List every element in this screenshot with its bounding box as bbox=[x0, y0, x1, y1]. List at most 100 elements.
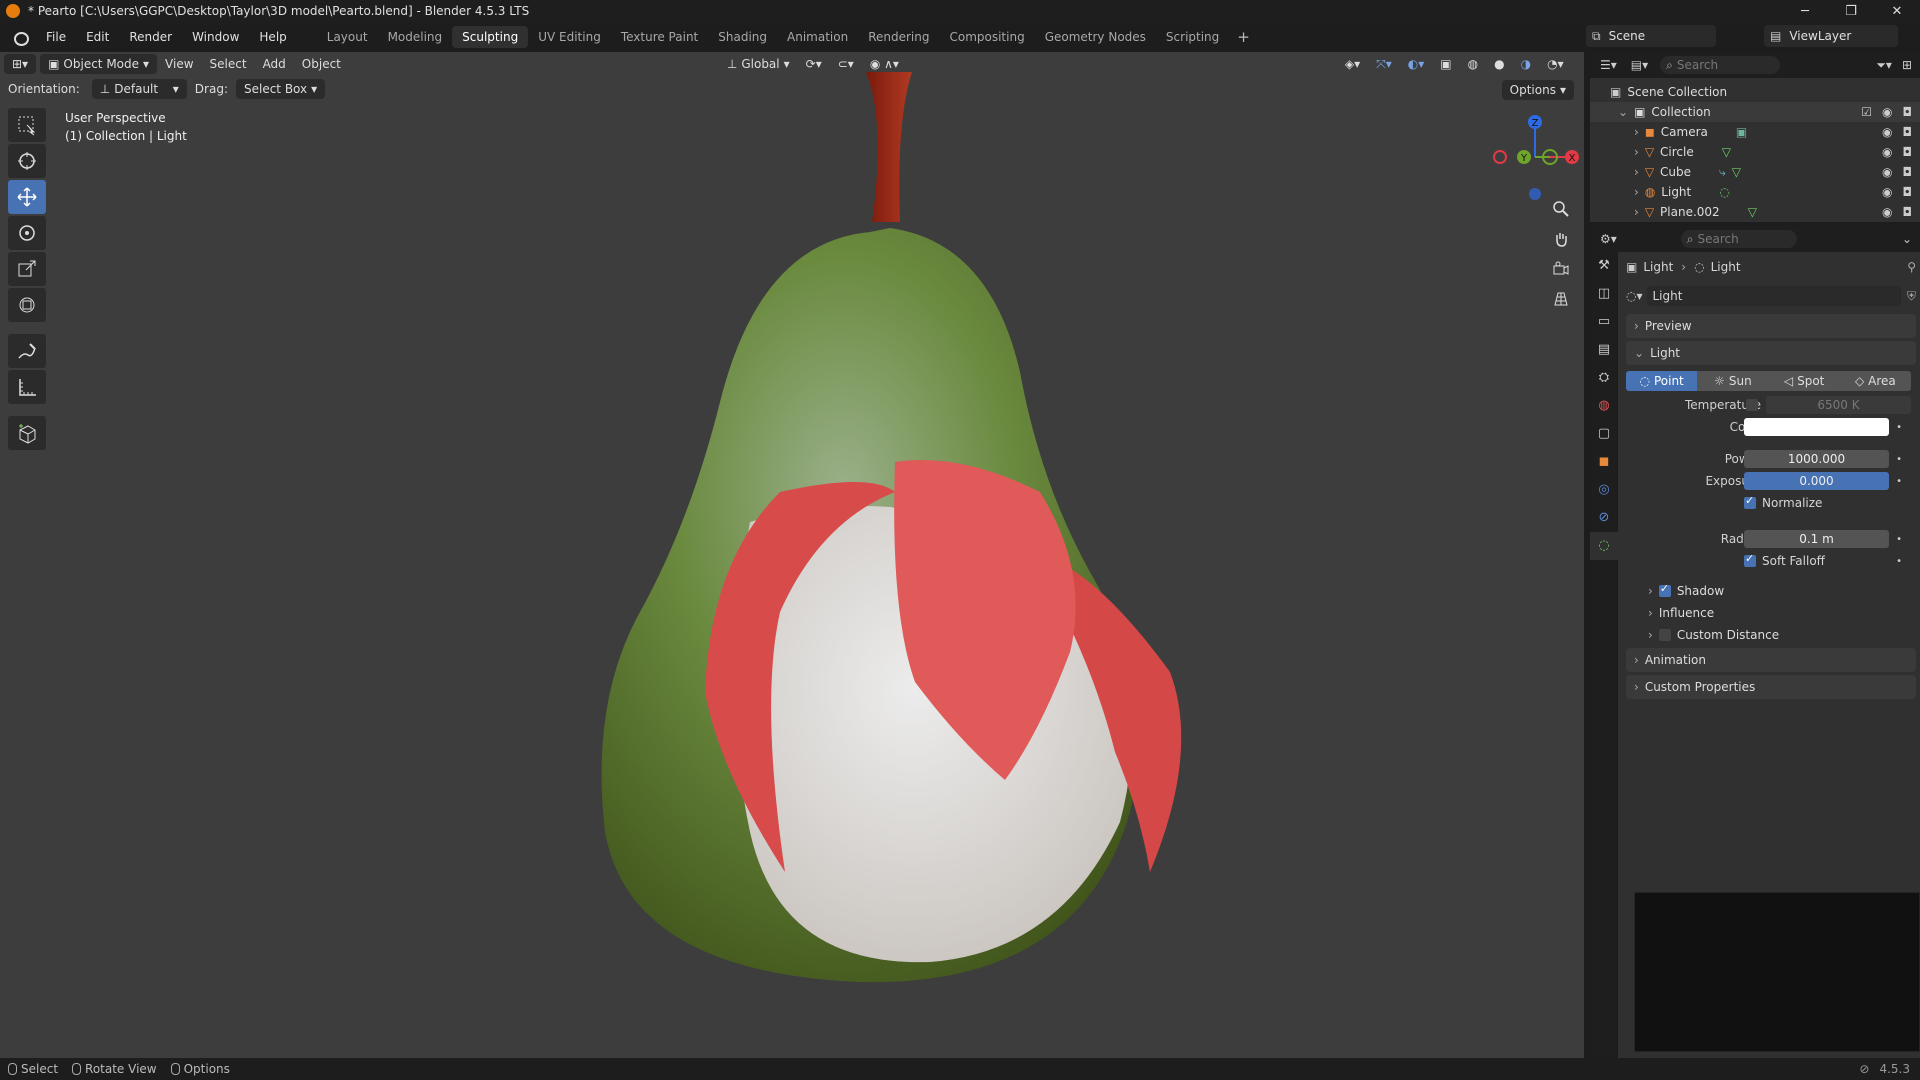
physics-tab-icon[interactable]: ◎ bbox=[1590, 476, 1618, 504]
view-layer-tab-icon[interactable]: ▤ bbox=[1590, 336, 1618, 364]
options-chevron-icon[interactable]: ⌄ bbox=[1902, 232, 1912, 246]
eye-icon[interactable]: ◉ bbox=[1882, 105, 1892, 119]
tool-tab-icon[interactable]: ⚒ bbox=[1590, 252, 1618, 280]
scene-collection-row[interactable]: ▣ Scene Collection bbox=[1590, 82, 1920, 102]
expand-icon[interactable]: › bbox=[1634, 185, 1639, 199]
outliner-item-circle[interactable]: › ▽ Circle ▽ ◉ ◘ bbox=[1590, 142, 1920, 162]
scene-selector[interactable]: ⧉ Scene bbox=[1586, 25, 1716, 47]
keyframe-dot-icon[interactable]: • bbox=[1896, 556, 1902, 567]
outliner-item-light[interactable]: › ◍ Light ◌ ◉ ◘ bbox=[1590, 182, 1920, 202]
temperature-field[interactable]: 6500 K bbox=[1766, 396, 1911, 414]
camera-render-icon[interactable]: ◘ bbox=[1903, 145, 1913, 159]
shadow-subpanel[interactable]: › Shadow bbox=[1626, 580, 1916, 602]
influence-subpanel[interactable]: › Influence bbox=[1626, 602, 1916, 624]
camera-render-icon[interactable]: ◘ bbox=[1903, 125, 1913, 139]
properties-search[interactable]: ⌕ Search bbox=[1680, 230, 1797, 248]
expand-icon[interactable]: › bbox=[1634, 205, 1639, 219]
maximize-icon[interactable]: ❐ bbox=[1828, 0, 1874, 22]
perspective-grid-icon[interactable] bbox=[1548, 286, 1574, 312]
close-icon[interactable]: ✕ bbox=[1874, 0, 1920, 22]
filter-icon[interactable]: ⏷▾ bbox=[1876, 58, 1892, 73]
tab-scripting[interactable]: Scripting bbox=[1156, 26, 1229, 48]
keyframe-dot-icon[interactable]: • bbox=[1896, 454, 1902, 465]
menu-file[interactable]: File bbox=[36, 26, 76, 48]
light-section[interactable]: ⌄ Light bbox=[1626, 341, 1916, 365]
display-mode-icon[interactable]: ▤▾ bbox=[1631, 58, 1648, 72]
outliner-item-plane[interactable]: › ▽ Plane.002 ▽ ◉ ◘ bbox=[1590, 202, 1920, 222]
constraints-tab-icon[interactable]: ⊘ bbox=[1590, 504, 1618, 532]
3d-viewport[interactable]: ⊞▾ ▣ Object Mode ▾ View Select Add Object… bbox=[0, 52, 1584, 1058]
collection-row[interactable]: ⌄ ▣ Collection ☑ ◉ ◘ bbox=[1590, 102, 1920, 122]
keyframe-dot-icon[interactable]: • bbox=[1896, 422, 1902, 433]
datablock-type-icon[interactable]: ◌▾ bbox=[1626, 289, 1643, 303]
tab-rendering[interactable]: Rendering bbox=[858, 26, 939, 48]
normalize-row[interactable]: Normalize bbox=[1626, 492, 1916, 514]
minimize-icon[interactable]: ─ bbox=[1782, 0, 1828, 22]
keyframe-dot-icon[interactable]: • bbox=[1896, 534, 1902, 545]
outliner-item-cube[interactable]: › ▽ Cube ⤷ ▽ ◉ ◘ bbox=[1590, 162, 1920, 182]
menu-edit[interactable]: Edit bbox=[76, 26, 119, 48]
camera-render-icon[interactable]: ◘ bbox=[1903, 105, 1913, 119]
select-box-tool[interactable] bbox=[8, 108, 46, 142]
light-data-tab-icon[interactable]: ◌ bbox=[1590, 532, 1618, 560]
rotate-tool[interactable] bbox=[8, 216, 46, 250]
soft-falloff-row[interactable]: Soft Falloff • bbox=[1626, 550, 1916, 572]
shadow-checkbox[interactable] bbox=[1658, 582, 1671, 597]
expand-collection-icon[interactable]: ⌄ bbox=[1618, 105, 1628, 119]
soft-falloff-checkbox[interactable] bbox=[1744, 552, 1756, 567]
eye-icon[interactable]: ◉ bbox=[1882, 185, 1892, 199]
menu-window[interactable]: Window bbox=[182, 26, 249, 48]
exposure-field[interactable]: 0.000 bbox=[1744, 472, 1889, 490]
collection-checkbox-icon[interactable]: ☑ bbox=[1861, 105, 1872, 119]
tab-texture-paint[interactable]: Texture Paint bbox=[611, 26, 708, 48]
pin-icon[interactable]: ⚲ bbox=[1907, 260, 1916, 274]
color-swatch[interactable] bbox=[1744, 418, 1889, 436]
new-collection-icon[interactable]: ⊞ bbox=[1902, 58, 1912, 72]
outliner-editor-icon[interactable]: ☰▾ bbox=[1600, 58, 1617, 72]
tab-sculpting[interactable]: Sculpting bbox=[452, 26, 529, 48]
annotate-tool[interactable] bbox=[8, 334, 46, 368]
tab-layout[interactable]: Layout bbox=[317, 26, 378, 48]
tab-uv-editing[interactable]: UV Editing bbox=[528, 26, 611, 48]
fake-user-shield-icon[interactable]: ⛨ bbox=[1907, 289, 1916, 304]
normalize-checkbox[interactable] bbox=[1744, 494, 1756, 509]
camera-render-icon[interactable]: ◘ bbox=[1903, 185, 1913, 199]
expand-icon[interactable]: › bbox=[1634, 145, 1639, 159]
camera-render-icon[interactable]: ◘ bbox=[1903, 165, 1913, 179]
expand-icon[interactable]: › bbox=[1634, 165, 1639, 179]
transform-tool[interactable] bbox=[8, 288, 46, 322]
power-field[interactable]: 1000.000 bbox=[1744, 450, 1889, 468]
scale-tool[interactable] bbox=[8, 252, 46, 286]
tab-modeling[interactable]: Modeling bbox=[378, 26, 453, 48]
tab-geometry-nodes[interactable]: Geometry Nodes bbox=[1035, 26, 1156, 48]
light-type-spot[interactable]: ◁ Spot bbox=[1768, 371, 1840, 391]
world-tab-icon[interactable]: ◍ bbox=[1590, 392, 1618, 420]
menu-render[interactable]: Render bbox=[119, 26, 182, 48]
eye-icon[interactable]: ◉ bbox=[1882, 125, 1892, 139]
move-tool[interactable] bbox=[8, 180, 46, 214]
menu-help[interactable]: Help bbox=[249, 26, 296, 48]
outliner-search[interactable]: ⌕ Search bbox=[1660, 56, 1781, 74]
eye-icon[interactable]: ◉ bbox=[1882, 145, 1892, 159]
temperature-checkbox[interactable] bbox=[1746, 399, 1758, 411]
radius-field[interactable]: 0.1 m bbox=[1744, 530, 1889, 548]
scene-tab-icon[interactable]: ⛭ bbox=[1590, 364, 1618, 392]
measure-tool[interactable] bbox=[8, 370, 46, 404]
add-cube-tool[interactable] bbox=[8, 416, 46, 450]
cursor-tool[interactable] bbox=[8, 144, 46, 178]
datablock-field[interactable]: Light bbox=[1646, 286, 1901, 306]
camera-render-icon[interactable]: ◘ bbox=[1903, 205, 1913, 219]
render-tab-icon[interactable]: ◫ bbox=[1590, 280, 1618, 308]
light-type-sun[interactable]: ☼ Sun bbox=[1697, 371, 1769, 391]
outliner-item-camera[interactable]: › ◼ Camera ▣ ◉ ◘ bbox=[1590, 122, 1920, 142]
collection-tab-icon[interactable]: ▢ bbox=[1590, 420, 1618, 448]
output-tab-icon[interactable]: ▭ bbox=[1590, 308, 1618, 336]
properties-editor-icon[interactable]: ⚙▾ bbox=[1600, 232, 1617, 246]
view-layer-selector[interactable]: ▤ ViewLayer bbox=[1764, 25, 1898, 47]
animation-section[interactable]: › Animation bbox=[1626, 648, 1916, 672]
eye-icon[interactable]: ◉ bbox=[1882, 205, 1892, 219]
tab-animation[interactable]: Animation bbox=[777, 26, 858, 48]
light-type-area[interactable]: ◇ Area bbox=[1839, 371, 1911, 391]
custom-distance-subpanel[interactable]: › Custom Distance bbox=[1626, 624, 1916, 646]
object-tab-icon[interactable]: ◼ bbox=[1590, 448, 1618, 476]
